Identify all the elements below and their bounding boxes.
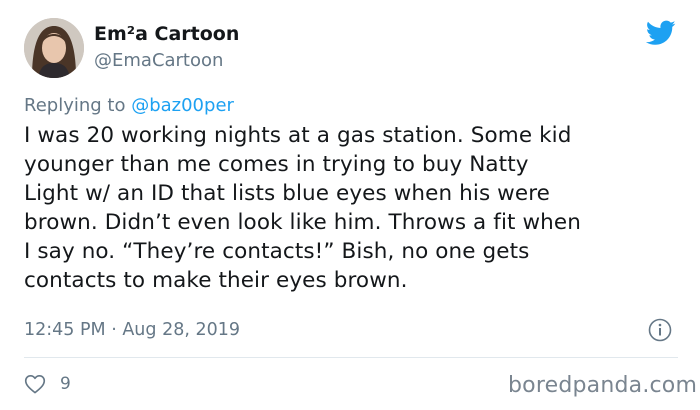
tweet-timestamp[interactable]: 12:45 PM · Aug 28, 2019 [24,318,240,342]
reply-context: Replying to @baz00per [24,94,234,118]
tweet-text-line: I say no. “They’re contacts!” Bish, no o… [24,239,530,264]
user-handle[interactable]: @EmaCartoon [94,50,223,72]
tweet-text: I was 20 working nights at a gas station… [24,121,694,295]
tweet-text-line: brown. Didn’t even look like him. Throws… [24,210,581,235]
reply-to-link[interactable]: @baz00per [131,95,234,116]
like-button[interactable]: 9 [24,372,71,396]
tweet-card: Em²a Cartoon @EmaCartoon Replying to @ba… [0,0,700,410]
display-name[interactable]: Em²a Cartoon [94,22,239,46]
avatar[interactable] [24,18,84,78]
heart-icon [24,375,46,394]
tweet-text-line: younger than me comes in trying to buy N… [24,152,529,177]
like-count: 9 [60,374,71,394]
reply-prefix: Replying to [24,95,132,116]
tweet-text-line: I was 20 working nights at a gas station… [24,123,572,148]
tweet-text-line: contacts to make their eyes brown. [24,268,408,293]
info-icon[interactable] [648,318,672,342]
watermark: boredpanda.com [508,373,698,398]
twitter-bird-icon [646,20,676,45]
divider [24,357,678,358]
tweet-text-line: Light w/ an ID that lists blue eyes when… [24,181,550,206]
